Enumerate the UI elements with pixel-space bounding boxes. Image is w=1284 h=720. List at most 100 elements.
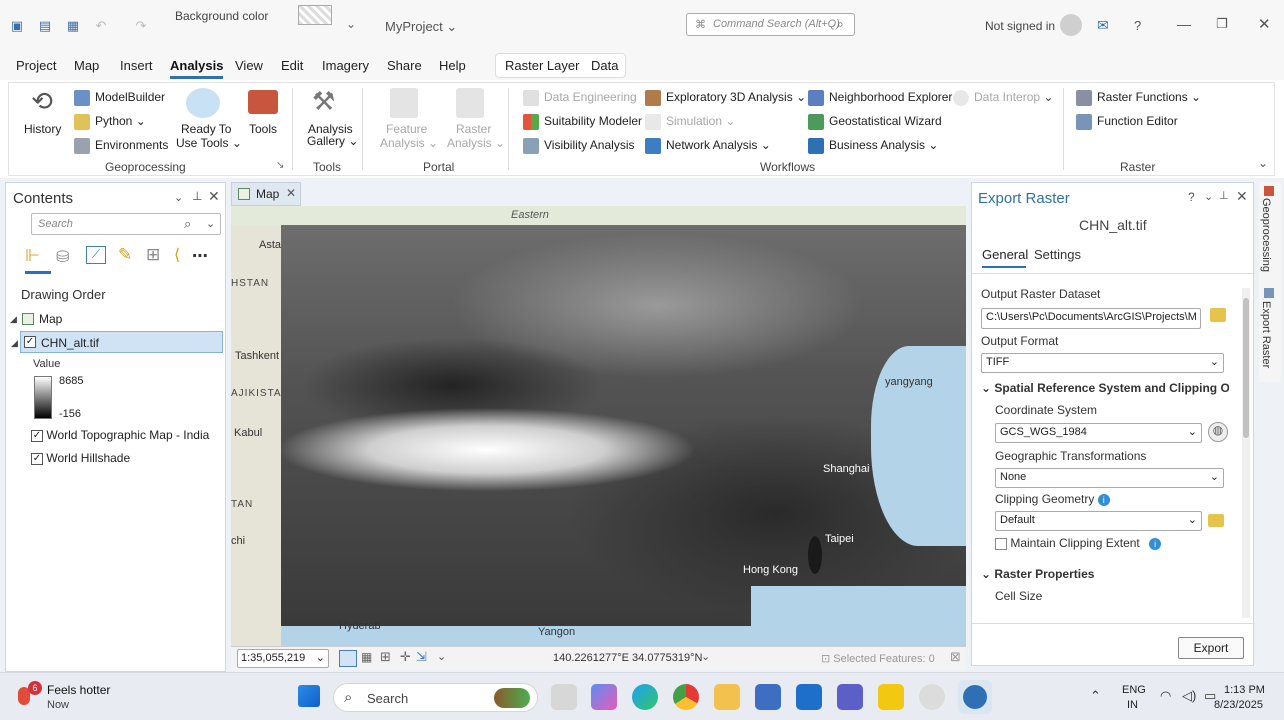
spatial-section-header[interactable]: ⌄ Spatial Reference System and Clipping … [981, 381, 1229, 395]
output-dataset-input[interactable]: C:\Users\Pc\Documents\ArcGIS\Projects\M [981, 308, 1201, 329]
history-button[interactable]: History [24, 122, 61, 136]
maintain-clipping-row[interactable]: Maintain Clipping Extent i [995, 536, 1162, 550]
layer-row-selected[interactable]: ◢ ✓ CHN_alt.tif [11, 331, 223, 353]
output-format-select[interactable]: TIFF ⌄ [981, 353, 1224, 373]
export-button[interactable]: Export [1178, 637, 1244, 659]
menu-insert[interactable]: Insert [120, 58, 153, 73]
pin-icon[interactable]: ⊥ [192, 189, 202, 203]
pane-options-icon[interactable]: ⌄ [174, 191, 183, 204]
geo-transform-select[interactable]: None ⌄ [995, 468, 1224, 488]
function-editor-button[interactable]: Function Editor [1076, 114, 1178, 130]
raster-functions-button[interactable]: Raster Functions ⌄ [1076, 90, 1201, 106]
copilot-icon[interactable] [591, 684, 617, 710]
menu-map[interactable]: Map [74, 58, 99, 73]
ribbon-expand-icon[interactable]: ⌄ [1258, 156, 1268, 170]
notifications-icon[interactable]: ✉ [1097, 17, 1109, 34]
map-navigation-icon[interactable] [339, 650, 357, 667]
pane-options-icon[interactable]: ⌄ [1204, 190, 1213, 203]
table-icon[interactable]: ⊞ [380, 649, 391, 665]
visibility-analysis-button[interactable]: Visibility Analysis [523, 138, 634, 154]
globe-icon[interactable]: ◍ [1208, 422, 1228, 442]
refresh-icon[interactable]: ⊠ [950, 649, 961, 665]
suitability-modeler-button[interactable]: Suitability Modeler [523, 114, 642, 130]
close-pane-icon[interactable]: ✕ [1236, 188, 1248, 205]
clock-time[interactable]: 1:13 PM [1224, 684, 1265, 696]
weather-line1[interactable]: Feels hotter [47, 683, 110, 697]
ready-to-use-line2[interactable]: Use Tools ⌄ [176, 136, 242, 150]
task-view-icon[interactable] [551, 684, 577, 710]
layer-visibility-checkbox[interactable]: ✓ [24, 336, 36, 348]
layer-visibility-checkbox[interactable]: ✓ [31, 429, 43, 442]
menu-share[interactable]: Share [387, 58, 422, 73]
pane-scrollbar[interactable] [1242, 288, 1250, 618]
coordinate-format-dropdown[interactable]: ⌄ [701, 650, 710, 663]
help-icon[interactable]: ? [1134, 18, 1141, 33]
tray-overflow-icon[interactable]: ⌃ [1090, 688, 1101, 704]
list-by-selection-icon[interactable]: ⟋ [86, 246, 106, 264]
python-button[interactable]: Python ⌄ [74, 114, 146, 130]
raster-analysis-line1[interactable]: Raster [456, 122, 491, 136]
quick-access-dropdown-icon[interactable]: ⌄ [346, 17, 356, 31]
exploratory-3d-button[interactable]: Exploratory 3D Analysis ⌄ [645, 90, 806, 106]
more-options-icon[interactable]: ⋯ [192, 246, 208, 266]
info-icon[interactable]: i [1097, 494, 1110, 506]
list-by-source-icon[interactable]: ⛁ [56, 247, 76, 266]
browse-folder-icon[interactable] [1208, 514, 1224, 527]
dialog-launcher-icon[interactable]: ↘ [276, 160, 284, 171]
scale-dropdown[interactable]: 1:35,055,219 ⌄ [237, 649, 329, 668]
maintain-clipping-checkbox[interactable] [995, 537, 1007, 550]
redo-icon[interactable]: ↷ [132, 17, 150, 35]
start-icon[interactable] [298, 685, 320, 707]
business-analysis-button[interactable]: Business Analysis ⌄ [808, 138, 938, 154]
list-by-snapping-icon[interactable]: ⊞ [146, 245, 160, 265]
grid-icon[interactable]: ▦ [361, 650, 372, 664]
ready-to-use-line1[interactable]: Ready To [181, 122, 231, 136]
command-search-input[interactable]: ⌘ Command Search (Alt+Q) ⌕ [686, 13, 855, 36]
restore-icon[interactable]: ❐ [1216, 16, 1228, 32]
taskbar-search[interactable]: ⌕ Search [333, 683, 538, 712]
tab-settings[interactable]: Settings [1034, 247, 1081, 262]
network-analysis-button[interactable]: Network Analysis ⌄ [645, 138, 771, 154]
neighborhood-explorer-button[interactable]: Neighborhood Explorer [808, 90, 952, 106]
expand-map-icon[interactable]: ◢ [10, 314, 17, 325]
project-name[interactable]: MyProject ⌄ [385, 19, 457, 35]
side-tab-geoprocessing[interactable]: Geoprocessing [1260, 198, 1272, 272]
feature-analysis-line2[interactable]: Analysis ⌄ [380, 136, 438, 150]
background-color-picker[interactable] [298, 5, 332, 25]
save-icon[interactable]: ▦ [64, 17, 82, 35]
contents-search-input[interactable]: Search ⌕ ⌄ [31, 213, 221, 235]
chevron-down-icon[interactable]: ⌄ [206, 217, 215, 230]
side-tab-export-raster[interactable]: Export Raster [1260, 301, 1272, 368]
pin-icon[interactable]: ⊥ [1219, 189, 1229, 202]
scrollbar-thumb[interactable] [1243, 298, 1249, 438]
geostatistical-wizard-button[interactable]: Geostatistical Wizard [808, 114, 942, 130]
data-engineering-button[interactable]: Data Engineering [523, 90, 637, 106]
power-bi-icon[interactable] [878, 684, 904, 710]
arcgis-pro-active[interactable] [958, 680, 992, 714]
snapping-icon[interactable]: ⇲ [416, 649, 427, 665]
info-icon[interactable]: i [1149, 538, 1162, 550]
menu-edit[interactable]: Edit [281, 58, 303, 73]
undo-icon[interactable]: ↶ [92, 17, 110, 35]
file-explorer-icon[interactable] [714, 684, 740, 710]
menu-help[interactable]: Help [439, 58, 466, 73]
edge-icon[interactable] [632, 684, 658, 710]
minimize-icon[interactable]: — [1177, 16, 1191, 32]
tools-button[interactable]: Tools [249, 122, 277, 136]
menu-view[interactable]: View [235, 58, 263, 73]
layer-row-hillshade[interactable]: ✓ World Hillshade [31, 451, 130, 465]
volume-icon[interactable]: ◁) [1182, 688, 1196, 704]
tab-general[interactable]: General [982, 247, 1028, 262]
map-node-label[interactable]: Map [39, 312, 62, 326]
open-project-icon[interactable]: ▤ [36, 17, 54, 35]
browse-folder-icon[interactable] [1210, 308, 1226, 322]
sign-in-status[interactable]: Not signed in [985, 19, 1055, 33]
raster-properties-header[interactable]: ⌄ Raster Properties [981, 567, 1094, 581]
clipping-geometry-select[interactable]: Default ⌄ [995, 511, 1202, 531]
list-by-drawing-order-icon[interactable]: ⊩ [25, 246, 51, 268]
teams-icon[interactable] [837, 684, 863, 710]
close-icon[interactable]: ✕ [1258, 15, 1271, 33]
map-canvas[interactable]: Eastern Asta HSTAN Tashkent AJIKISTA Kab… [231, 206, 966, 646]
coordinate-system-select[interactable]: GCS_WGS_1984 ⌄ [995, 423, 1202, 443]
new-project-icon[interactable]: ▣ [8, 17, 26, 35]
